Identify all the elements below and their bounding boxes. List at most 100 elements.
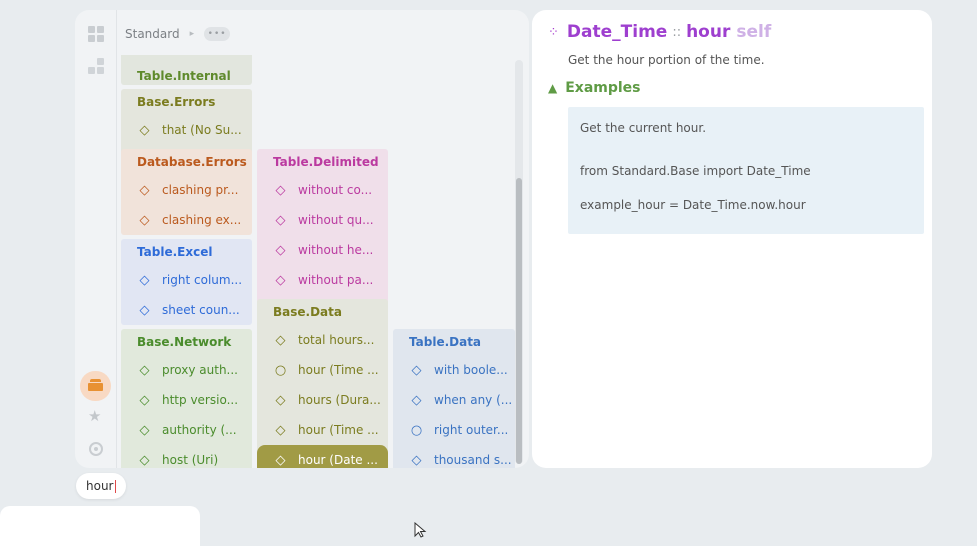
mouse-pointer-icon (414, 522, 427, 538)
component-item[interactable]: ○ hour (Time ... (257, 355, 388, 385)
component-item-label: right colum... (162, 273, 243, 287)
category-card: Base.Network ◇ proxy auth... ◇ http versio..… (121, 329, 252, 468)
diamond-icon: ◇ (275, 392, 286, 408)
local-scope-icon[interactable] (89, 442, 103, 456)
sidebar: ★ (75, 10, 117, 468)
component-item-label: thousand s... (434, 453, 512, 467)
circle-icon: ○ (410, 422, 423, 438)
method-icon: ⁘ (548, 24, 559, 40)
component-item[interactable]: ◇ hour (Time ... (257, 415, 388, 445)
diamond-icon: ◇ (411, 452, 422, 468)
component-item[interactable]: ◇ proxy auth... (121, 355, 252, 385)
component-item-label: authority (... (162, 423, 237, 437)
component-item-label: clashing pr... (162, 183, 239, 197)
component-item[interactable]: ◇ total hours... (257, 325, 388, 355)
grid-view-icon[interactable] (88, 26, 104, 42)
category-title[interactable]: Table.Delimited (273, 155, 379, 169)
component-item-label: hour (Time ... (298, 363, 379, 377)
category-title[interactable]: Base.Network (137, 335, 231, 349)
component-item-label: when any (... (434, 393, 513, 407)
component-item-label: clashing ex... (162, 213, 242, 227)
component-item[interactable]: ◇ clashing pr... (121, 175, 252, 205)
scrollbar-thumb[interactable] (516, 178, 522, 464)
search-input-value[interactable]: hour (86, 479, 114, 493)
component-item[interactable]: ◇ http versio... (121, 385, 252, 415)
breadcrumb: Standard ▸ ••• (125, 26, 231, 42)
component-item[interactable]: ◇ without qu... (257, 205, 388, 235)
component-item-selected[interactable]: ◇ hour (Date ... (257, 445, 388, 468)
category-title[interactable]: Table.Data (409, 335, 481, 349)
diamond-icon: ◇ (275, 272, 286, 288)
example-description: Get the current hour. (580, 121, 707, 135)
component-item[interactable]: ◇ without pa... (257, 265, 388, 295)
component-item-label: hour (Time ... (298, 423, 379, 437)
category-title[interactable]: Base.Data (273, 305, 342, 319)
add-component-icon[interactable] (88, 58, 104, 74)
category-title[interactable]: Table.Internal (137, 69, 231, 83)
component-browser: ★ Standard ▸ ••• Table.Internal Base.Erro… (75, 10, 529, 468)
category-card: Table.Excel ◇ right colum... ◇ sheet coun... (121, 239, 252, 325)
component-item[interactable]: ◇ hours (Dura... (257, 385, 388, 415)
component-item-label: without qu... (298, 213, 374, 227)
diamond-icon: ◇ (139, 272, 150, 288)
data-input-section-icon[interactable] (80, 371, 111, 401)
component-item-label: proxy auth... (162, 363, 238, 377)
component-item[interactable]: ◇ sheet coun... (121, 295, 252, 325)
diamond-icon: ◇ (275, 242, 286, 258)
component-item[interactable]: ◇ right colum... (121, 265, 252, 295)
component-item-label: without he... (298, 243, 374, 257)
breadcrumb-arrow-icon: ▸ (189, 29, 195, 39)
breadcrumb-root[interactable]: Standard (125, 27, 180, 41)
component-item-label: right outer... (434, 423, 509, 437)
component-item-label: hours (Dura... (298, 393, 381, 407)
example-box: Get the current hour. from Standard.Base… (568, 107, 924, 234)
examples-label: Examples (565, 80, 641, 96)
diamond-icon: ◇ (275, 182, 286, 198)
diamond-icon: ◇ (275, 422, 286, 438)
doc-description: Get the hour portion of the time. (568, 53, 765, 67)
doc-separator: :: (672, 24, 682, 40)
component-item[interactable]: ○ right outer... (393, 415, 515, 445)
circle-icon: ○ (274, 362, 287, 378)
breadcrumb-more-button[interactable]: ••• (204, 27, 231, 41)
component-item-label: without co... (298, 183, 373, 197)
examples-header: ▲ Examples (548, 80, 641, 96)
component-item-label: http versio... (162, 393, 239, 407)
example-code-line: example_hour = Date_Time.now.hour (580, 198, 806, 212)
doc-self-label: self (736, 22, 772, 42)
component-item[interactable]: ◇ thousand s... (393, 445, 515, 468)
component-item-label: sheet coun... (162, 303, 240, 317)
category-title[interactable]: Base.Errors (137, 95, 215, 109)
component-item[interactable]: ◇ without he... (257, 235, 388, 265)
diamond-icon: ◇ (275, 452, 286, 468)
diamond-icon: ◇ (411, 362, 422, 378)
diamond-icon: ◇ (139, 452, 150, 468)
text-caret (114, 479, 116, 493)
example-code-line: from Standard.Base import Date_Time (580, 164, 811, 178)
category-card: Table.Data ◇ with boole... ◇ when any (... ○ r… (393, 329, 515, 468)
component-item-label: total hours... (298, 333, 375, 347)
search-input[interactable]: hour (76, 473, 126, 499)
documentation-panel: ⁘ Date_Time :: hour self Get the hour po… (532, 10, 932, 468)
diamond-icon: ◇ (139, 362, 150, 378)
category-card: Base.Data ◇ total hours... ○ hour (Time ... ◇… (257, 299, 388, 468)
component-item[interactable]: ◇ host (Uri) (121, 445, 252, 468)
component-item-label: hour (Date ... (298, 453, 378, 467)
diamond-icon: ◇ (139, 182, 150, 198)
diamond-icon: ◇ (139, 122, 150, 138)
diamond-icon: ◇ (275, 332, 286, 348)
component-item[interactable]: ◇ without co... (257, 175, 388, 205)
component-item[interactable]: ◇ authority (... (121, 415, 252, 445)
component-item[interactable]: ◇ when any (... (393, 385, 515, 415)
component-item[interactable]: ◇ clashing ex... (121, 205, 252, 235)
flask-icon: ▲ (548, 81, 558, 95)
component-item[interactable]: ◇ with boole... (393, 355, 515, 385)
component-grid: Table.Internal Base.Errors ◇ that (No Su...… (118, 55, 518, 468)
star-icon[interactable]: ★ (88, 408, 104, 424)
category-title[interactable]: Database.Errors (137, 155, 247, 169)
doc-type-name[interactable]: Date_Time (567, 22, 667, 42)
component-item[interactable]: ◇ that (No Su... (121, 115, 252, 145)
diamond-icon: ◇ (139, 392, 150, 408)
diamond-icon: ◇ (139, 212, 150, 228)
category-title[interactable]: Table.Excel (137, 245, 212, 259)
